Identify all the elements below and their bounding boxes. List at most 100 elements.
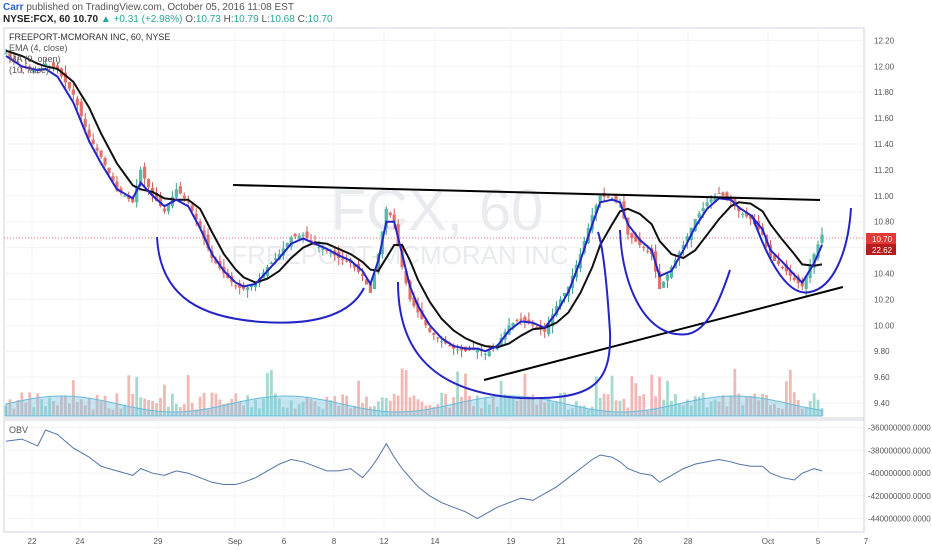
candle-body xyxy=(162,208,167,212)
candle-body xyxy=(297,235,301,240)
candle-body xyxy=(428,327,432,332)
candle-body xyxy=(665,274,670,281)
secondary-price-tag-text: 22.62 xyxy=(872,246,893,255)
candle-body xyxy=(143,166,147,179)
candle-body xyxy=(717,193,721,195)
candle-body xyxy=(345,260,349,262)
obv-tick-label: -420000000.0000 xyxy=(868,492,931,501)
candle-body xyxy=(448,345,452,347)
candle-body xyxy=(455,349,460,351)
time-tick-label: 24 xyxy=(76,537,85,546)
time-axis-ticks: 22 24 29 Sep 6 8 12 14 19 21 26 28 Oct 5 7 xyxy=(28,537,869,546)
candle-body xyxy=(83,119,87,127)
time-tick-label: 22 xyxy=(28,537,37,546)
obv-axis-ticks: -360000000.0000 -380000000.0000 -400000000… xyxy=(868,424,931,524)
candle-body xyxy=(147,178,151,188)
candle-body xyxy=(697,213,701,218)
pane-title: FREEPORT-MCMORAN INC, 60, NYSE xyxy=(9,32,170,42)
candle-body xyxy=(483,353,487,355)
price-tick-label: 10.40 xyxy=(874,270,895,279)
volume-bar xyxy=(630,376,634,416)
obv-tick-label: -360000000.0000 xyxy=(868,424,931,433)
candle-body xyxy=(305,231,309,239)
price-tick-label: 10.20 xyxy=(874,295,895,304)
price-tick-label: 9.60 xyxy=(874,373,890,382)
chart-canvas[interactable]: FCX, 60 FREEPORT-MCMORAN INC FREEPORT-MC… xyxy=(0,0,932,550)
price-tick-label: 10.80 xyxy=(874,218,895,227)
candle-body xyxy=(174,189,178,198)
time-tick-label: 21 xyxy=(557,537,566,546)
candle-body xyxy=(792,277,796,280)
candle-body xyxy=(99,150,103,157)
candle-body xyxy=(4,53,8,55)
candle-body xyxy=(107,167,111,174)
time-tick-label: 28 xyxy=(684,537,693,546)
candle-body xyxy=(301,234,305,237)
candle-body xyxy=(234,285,238,287)
time-tick-label: Oct xyxy=(762,537,775,546)
time-tick-label: 5 xyxy=(816,537,821,546)
candle-body xyxy=(341,258,345,260)
time-tick-label: 6 xyxy=(282,537,287,546)
price-tick-label: 11.00 xyxy=(874,192,894,201)
candle-body xyxy=(820,234,824,243)
candle-body xyxy=(741,213,745,215)
legend-vol[interactable]: (10, false) xyxy=(9,65,49,75)
obv-label[interactable]: OBV xyxy=(9,425,28,435)
time-tick-label: 14 xyxy=(431,537,440,546)
volume-bar xyxy=(400,368,404,416)
candle-body xyxy=(246,287,250,291)
candle-body xyxy=(709,199,713,202)
obv-line xyxy=(5,429,823,520)
obv-tick-label: -440000000.0000 xyxy=(868,515,931,524)
legend-ema[interactable]: EMA (4, close) xyxy=(9,43,68,53)
candle-body xyxy=(776,260,781,265)
price-tick-label: 11.40 xyxy=(874,140,894,149)
candle-body xyxy=(519,318,523,320)
candle-body xyxy=(487,350,491,357)
candle-body xyxy=(79,101,83,117)
obv-pane-frame xyxy=(3,419,865,533)
projection-arc[interactable] xyxy=(751,207,852,294)
time-tick-label: 12 xyxy=(380,537,389,546)
grid xyxy=(4,28,867,532)
candle-body xyxy=(388,212,392,216)
candle-body xyxy=(392,214,396,222)
obv-tick-label: -380000000.0000 xyxy=(868,446,931,455)
support-trendline[interactable] xyxy=(483,286,844,381)
candle-body xyxy=(123,195,127,197)
candle-body xyxy=(606,196,610,198)
candle-body xyxy=(721,192,725,196)
candle-body xyxy=(91,139,95,144)
candle-body xyxy=(701,207,705,212)
legend-ma[interactable]: MA (9, open) xyxy=(9,54,61,64)
time-tick-label: Sep xyxy=(228,537,243,546)
candle-body xyxy=(75,98,79,106)
price-tick-label: 9.80 xyxy=(874,347,890,356)
candle-body xyxy=(523,317,527,322)
last-price-tag-text: 10.70 xyxy=(872,235,893,244)
time-tick-label: 26 xyxy=(634,537,643,546)
candle-body xyxy=(67,82,71,89)
candle-body xyxy=(515,319,519,322)
right-shoulder-arc[interactable] xyxy=(619,229,731,336)
candle-body xyxy=(780,266,784,268)
candle-body xyxy=(531,324,535,326)
volume-bar xyxy=(404,370,408,416)
price-tick-label: 10.00 xyxy=(874,321,895,330)
price-tick-label: 12.00 xyxy=(874,62,895,71)
candle-body xyxy=(71,89,75,95)
price-tick-label: 11.80 xyxy=(874,88,894,97)
candle-body xyxy=(293,233,297,237)
volume-bar xyxy=(186,375,190,416)
candle-body xyxy=(705,202,709,207)
obv-tick-label: -400000000.0000 xyxy=(868,469,931,478)
time-tick-label: 7 xyxy=(864,537,869,546)
candle-body xyxy=(95,147,99,151)
time-tick-label: 8 xyxy=(332,537,337,546)
candle-body xyxy=(440,340,444,342)
time-tick-label: 19 xyxy=(507,537,516,546)
price-tick-label: 9.40 xyxy=(874,399,890,408)
price-tick-label: 11.20 xyxy=(874,166,894,175)
candle-body xyxy=(139,169,143,184)
